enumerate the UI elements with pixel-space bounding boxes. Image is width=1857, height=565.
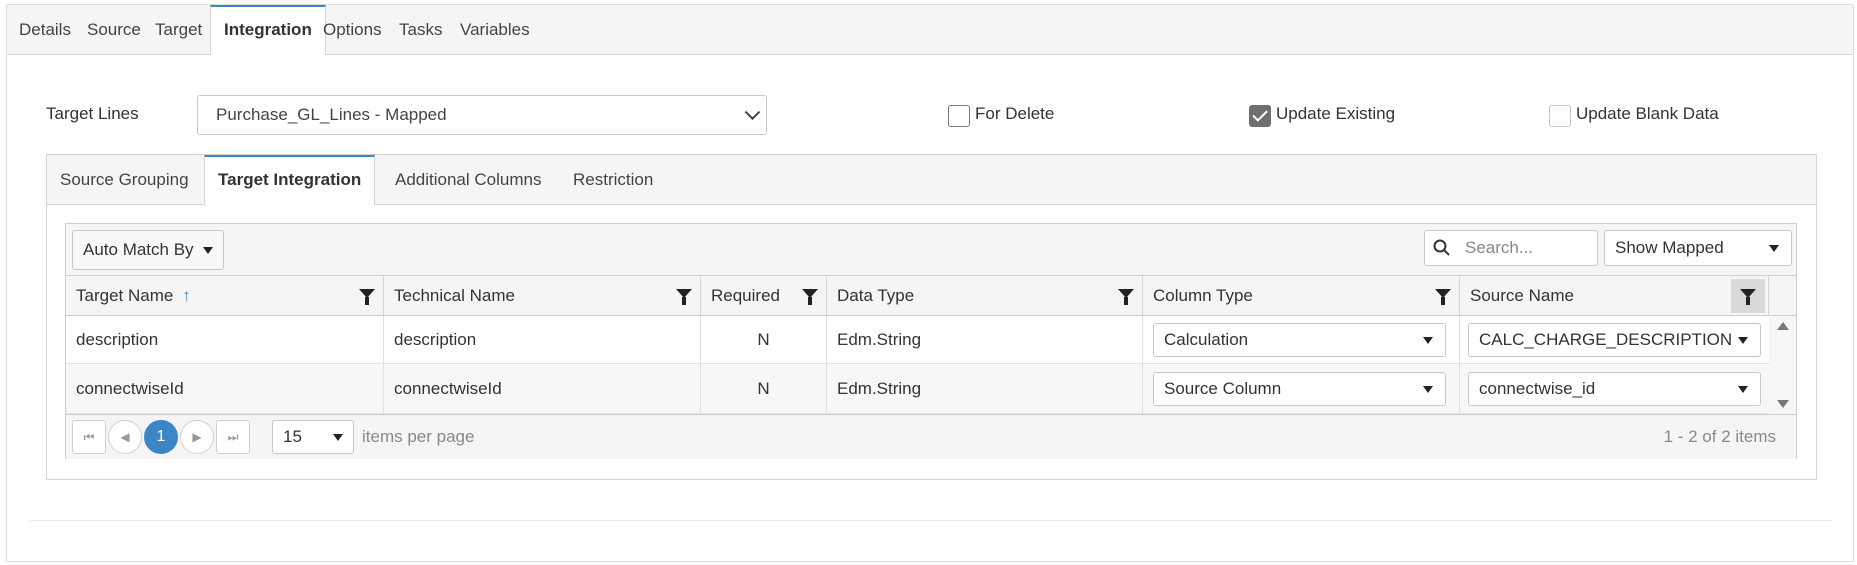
cell-target-name: description (66, 316, 384, 364)
tab-variables[interactable]: Variables (460, 5, 530, 55)
last-page-button[interactable]: ⏭ (216, 420, 250, 454)
previous-page-button[interactable]: ◀ (108, 420, 142, 454)
items-per-page-label: items per page (362, 427, 475, 446)
header-target-name-label: Target Name (76, 286, 174, 305)
filter-icon[interactable] (1740, 289, 1756, 305)
header-data-type[interactable]: Data Type (827, 276, 1143, 315)
filter-icon[interactable] (676, 289, 692, 305)
update-existing-label: Update Existing (1276, 104, 1396, 123)
cell-column-type: Source Column (1143, 364, 1460, 414)
tab-integration[interactable]: Integration (210, 5, 326, 55)
tab-tasks[interactable]: Tasks (399, 5, 442, 55)
filter-icon[interactable] (359, 289, 375, 305)
cell-source-name: connectwise_id (1460, 364, 1769, 414)
top-tab-bar: Details Source Target Integration Option… (7, 5, 1853, 55)
pager-summary: 1 - 2 of 2 items (1663, 427, 1776, 446)
tab-target[interactable]: Target (155, 5, 202, 55)
caret-down-icon (1769, 245, 1779, 252)
caret-down-icon (333, 434, 343, 441)
for-delete-label: For Delete (975, 104, 1055, 123)
mapping-grid: Auto Match By Search... Show Mapped Targ… (65, 223, 1797, 459)
tab-details[interactable]: Details (19, 5, 71, 55)
column-type-select[interactable]: Calculation (1153, 323, 1446, 357)
cell-technical-name: description (384, 316, 701, 364)
chevron-down-icon (744, 104, 761, 121)
header-required-label: Required (711, 286, 780, 305)
cell-column-type: Calculation (1143, 316, 1460, 364)
sort-ascending-icon: ↑ (182, 286, 191, 305)
column-type-value: Calculation (1164, 330, 1249, 349)
header-technical-name-label: Technical Name (394, 286, 515, 305)
header-required[interactable]: Required (701, 276, 827, 315)
column-type-value: Source Column (1164, 379, 1282, 398)
tab-target-integration[interactable]: Target Integration (204, 155, 376, 205)
header-data-type-label: Data Type (837, 286, 915, 305)
next-page-icon: ▶ (192, 430, 202, 444)
target-lines-select[interactable]: Purchase_GL_Lines - Mapped (197, 95, 767, 135)
caret-down-icon (1738, 337, 1748, 344)
update-blank-data-label: Update Blank Data (1576, 104, 1719, 123)
tab-restriction[interactable]: Restriction (573, 155, 653, 205)
source-name-select[interactable]: CALC_CHARGE_DESCRIPTION (1468, 323, 1761, 357)
first-page-button[interactable]: ⏮ (72, 420, 106, 454)
header-target-name[interactable]: Target Name ↑ (66, 276, 384, 315)
caret-down-icon (1738, 386, 1748, 393)
table-row[interactable]: description description N Edm.String Cal… (66, 316, 1769, 364)
page-size-select[interactable]: 15 (272, 420, 354, 454)
grid-toolbar: Auto Match By Search... Show Mapped (66, 224, 1796, 276)
header-source-name-label: Source Name (1470, 286, 1574, 305)
header-column-type-label: Column Type (1153, 286, 1253, 305)
vertical-scrollbar[interactable] (1769, 316, 1796, 414)
search-icon (1433, 239, 1450, 256)
header-source-name[interactable]: Source Name (1460, 276, 1769, 315)
caret-down-icon (1423, 337, 1433, 344)
show-mapped-value: Show Mapped (1615, 238, 1724, 257)
header-technical-name[interactable]: Technical Name (384, 276, 701, 315)
target-lines-value: Purchase_GL_Lines - Mapped (216, 105, 447, 124)
show-mapped-select[interactable]: Show Mapped (1604, 230, 1792, 266)
table-row[interactable]: connectwiseId connectwiseId N Edm.String… (66, 364, 1769, 414)
source-name-select[interactable]: connectwise_id (1468, 372, 1761, 406)
cell-data-type: Edm.String (827, 364, 1143, 414)
search-input[interactable]: Search... (1424, 230, 1598, 266)
column-type-select[interactable]: Source Column (1153, 372, 1446, 406)
update-blank-data-checkbox[interactable] (1549, 105, 1571, 127)
caret-down-icon (1423, 386, 1433, 393)
tab-source-grouping[interactable]: Source Grouping (60, 155, 189, 205)
source-name-value: connectwise_id (1479, 379, 1596, 398)
filter-icon[interactable] (1118, 289, 1134, 305)
grid-header: Target Name ↑ Technical Name Required Da… (66, 276, 1796, 316)
tab-additional-columns[interactable]: Additional Columns (395, 155, 541, 205)
cell-data-type: Edm.String (827, 316, 1143, 364)
source-name-value: CALC_CHARGE_DESCRIPTION (1479, 330, 1733, 349)
header-column-type[interactable]: Column Type (1143, 276, 1460, 315)
search-placeholder: Search... (1465, 238, 1534, 257)
cell-required: N (701, 364, 827, 414)
cell-technical-name: connectwiseId (384, 364, 701, 414)
scroll-down-icon[interactable] (1777, 400, 1789, 408)
next-page-button[interactable]: ▶ (180, 420, 214, 454)
previous-page-icon: ◀ (120, 430, 130, 444)
current-page-button[interactable]: 1 (144, 420, 178, 454)
for-delete-checkbox[interactable] (948, 105, 970, 127)
inner-tab-bar: Source Grouping Target Integration Addit… (47, 155, 1816, 205)
tab-options[interactable]: Options (323, 5, 382, 55)
target-lines-label: Target Lines (46, 104, 139, 123)
cell-source-name: CALC_CHARGE_DESCRIPTION (1460, 316, 1769, 364)
filter-icon[interactable] (802, 289, 818, 305)
scroll-up-icon[interactable] (1777, 322, 1789, 330)
divider (30, 520, 1832, 521)
update-existing-checkbox[interactable] (1249, 105, 1271, 127)
caret-down-icon (203, 247, 213, 254)
auto-match-label: Auto Match By (83, 240, 194, 259)
last-page-icon: ⏭ (227, 430, 239, 444)
auto-match-button[interactable]: Auto Match By (72, 230, 224, 270)
grid-pager: ⏮ ◀ 1 ▶ ⏭ 15 items per page 1 - 2 of 2 i… (66, 414, 1796, 459)
first-page-icon: ⏮ (83, 430, 95, 444)
page-size-value: 15 (283, 427, 302, 446)
cell-target-name: connectwiseId (66, 364, 384, 414)
filter-icon[interactable] (1435, 289, 1451, 305)
tab-source[interactable]: Source (87, 5, 141, 55)
cell-required: N (701, 316, 827, 364)
